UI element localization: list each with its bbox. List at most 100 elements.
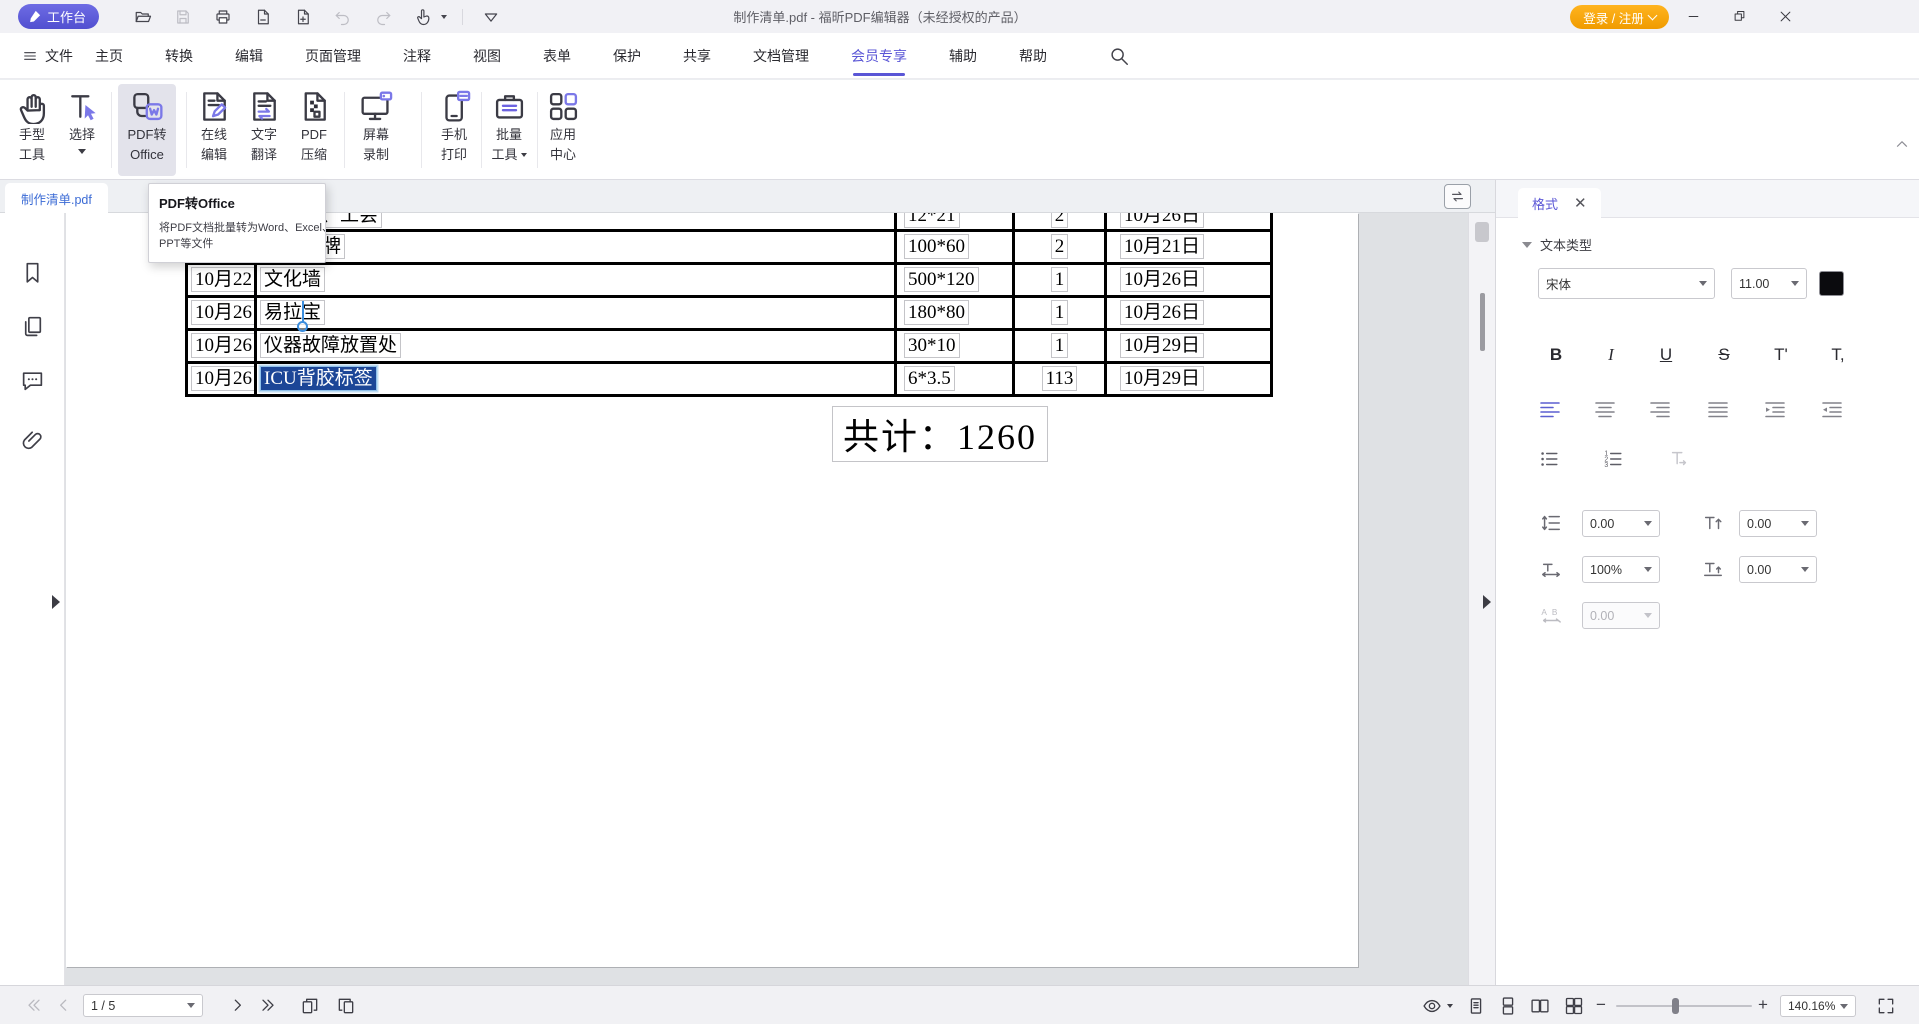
view-mode-eye-icon[interactable]: [1422, 996, 1442, 1016]
facing-view-icon[interactable]: [1530, 996, 1550, 1016]
cell-text[interactable]: 10月26日: [1120, 267, 1204, 292]
cell-text[interactable]: 2: [1051, 213, 1069, 228]
page-number-select[interactable]: 1 / 5: [83, 994, 203, 1017]
previous-view-icon[interactable]: [300, 996, 320, 1016]
cell-text[interactable]: 10月29日: [1120, 333, 1204, 358]
cell-text[interactable]: 仪器故障放置处: [260, 333, 401, 358]
indent-left-button[interactable]: [1820, 398, 1844, 422]
toolbar-button-hand-tool[interactable]: 手型工具: [8, 84, 56, 176]
swap-panel-icon[interactable]: [1444, 184, 1471, 209]
character-spacing-select[interactable]: 0.00: [1582, 602, 1660, 629]
menu-item-8[interactable]: 共享: [683, 33, 711, 79]
first-page-icon[interactable]: [24, 996, 44, 1016]
zoom-out-button[interactable]: −: [1596, 994, 1606, 1016]
cell-text[interactable]: 113: [1042, 366, 1078, 391]
page-extract-icon[interactable]: [250, 4, 275, 29]
toolbar-button-batch-tools[interactable]: 批量工具: [485, 84, 533, 176]
menu-item-11[interactable]: 辅助: [949, 33, 977, 79]
zoom-slider-track[interactable]: [1616, 1005, 1752, 1007]
cell-text[interactable]: 180*80: [904, 300, 969, 325]
toolbar-button-app-center[interactable]: 应用中心: [539, 84, 587, 176]
bullet-list-button[interactable]: [1538, 448, 1563, 470]
indent-right-button[interactable]: [1763, 398, 1787, 422]
zoom-slider-thumb[interactable]: [1672, 998, 1679, 1014]
cell-text[interactable]: 10月22日: [191, 267, 257, 292]
search-icon[interactable]: [1108, 45, 1130, 67]
redo-icon[interactable]: [370, 4, 395, 29]
underline-button[interactable]: U: [1648, 338, 1684, 372]
line-spacing-select[interactable]: 0.00: [1582, 510, 1660, 537]
menu-item-10[interactable]: 会员专享: [851, 33, 907, 79]
align-justify-button[interactable]: [1706, 398, 1730, 422]
workspace-button[interactable]: 工作台: [18, 4, 99, 29]
align-left-button[interactable]: [1538, 398, 1562, 422]
open-file-icon[interactable]: [130, 4, 155, 29]
menu-item-2[interactable]: 编辑: [235, 33, 263, 79]
cell-text[interactable]: 1: [1051, 300, 1069, 325]
last-page-icon[interactable]: [258, 996, 278, 1016]
cell-text[interactable]: 10月26日: [191, 333, 257, 358]
panel-collapse-handle[interactable]: [1483, 595, 1491, 609]
comments-icon[interactable]: [20, 368, 45, 393]
cell-text[interactable]: 2: [1051, 234, 1069, 259]
menu-item-5[interactable]: 视图: [473, 33, 501, 79]
cell-text[interactable]: 文化墙: [260, 267, 325, 292]
menu-item-0[interactable]: 主页: [95, 33, 123, 79]
format-tab[interactable]: 格式 ✕: [1518, 188, 1601, 218]
zoom-in-button[interactable]: +: [1758, 994, 1768, 1016]
toolbar-button-pdf-to-office[interactable]: PDF转Office: [118, 84, 176, 176]
undo-icon[interactable]: [330, 4, 355, 29]
pages-thumbnail-icon[interactable]: [20, 314, 45, 339]
page-insert-icon[interactable]: [290, 4, 315, 29]
print-icon[interactable]: [210, 4, 235, 29]
cell-text[interactable]: 100*60: [904, 234, 969, 259]
document-tab[interactable]: 制作清单.pdf: [5, 183, 108, 213]
superscript-button[interactable]: T': [1763, 338, 1799, 372]
zoom-level-select[interactable]: 140.16%: [1780, 995, 1856, 1017]
fullscreen-icon[interactable]: [1876, 996, 1896, 1016]
cell-text[interactable]: 10月26日: [191, 300, 257, 325]
close-button[interactable]: [1768, 4, 1802, 29]
align-right-button[interactable]: [1648, 398, 1672, 422]
close-panel-icon[interactable]: ✕: [1574, 196, 1587, 211]
toolbar-button-phone-print[interactable]: 手机打印: [430, 84, 478, 176]
menu-item-1[interactable]: 转换: [165, 33, 193, 79]
strikethrough-button[interactable]: S: [1706, 338, 1742, 372]
single-page-view-icon[interactable]: [1466, 996, 1486, 1016]
bookmarks-icon[interactable]: [20, 260, 45, 285]
scrollbar-thumb[interactable]: [1475, 222, 1489, 242]
scrollbar-indicator[interactable]: [1480, 293, 1485, 351]
menu-item-7[interactable]: 保护: [613, 33, 641, 79]
toolbar-button-pdf-compress[interactable]: PDF压缩: [290, 84, 338, 176]
horizontal-scale-select[interactable]: 100%: [1582, 556, 1660, 583]
bold-button[interactable]: B: [1538, 338, 1574, 372]
cell-text[interactable]: 12*21: [904, 213, 960, 228]
continuous-view-icon[interactable]: [1498, 996, 1518, 1016]
cell-text[interactable]: 易拉宝: [260, 300, 325, 325]
font-color-swatch[interactable]: [1819, 271, 1844, 296]
font-family-select[interactable]: 宋体: [1538, 268, 1715, 299]
cell-text[interactable]: 10月21日: [1120, 234, 1204, 259]
menu-item-4[interactable]: 注释: [403, 33, 431, 79]
restore-button[interactable]: [1722, 4, 1756, 29]
baseline-offset-select[interactable]: 0.00: [1739, 556, 1817, 583]
menu-item-12[interactable]: 帮助: [1019, 33, 1047, 79]
text-type-section[interactable]: 文本类型: [1522, 235, 1592, 254]
next-page-icon[interactable]: [227, 996, 247, 1016]
toolbar-button-text-translate[interactable]: 文字翻译: [240, 84, 288, 176]
numbered-list-button[interactable]: 123: [1602, 448, 1627, 470]
cell-text[interactable]: 30*10: [904, 333, 960, 358]
align-center-button[interactable]: [1593, 398, 1617, 422]
italic-button[interactable]: I: [1593, 338, 1629, 372]
hand-select-icon[interactable]: [410, 4, 435, 29]
facing-continuous-view-icon[interactable]: [1564, 996, 1584, 1016]
text-caret-handle[interactable]: [297, 321, 308, 332]
login-register-button[interactable]: 登录 / 注册: [1570, 5, 1669, 29]
toolbar-button-select-tool[interactable]: 选择: [58, 84, 106, 176]
font-size-select[interactable]: 11.00: [1731, 268, 1807, 299]
sidebar-expand-handle[interactable]: [52, 595, 60, 609]
cell-text[interactable]: 1: [1051, 333, 1069, 358]
cell-text[interactable]: 6*3.5: [904, 366, 955, 391]
total-text[interactable]: 共计：1260: [832, 406, 1048, 462]
previous-page-icon[interactable]: [54, 996, 74, 1016]
